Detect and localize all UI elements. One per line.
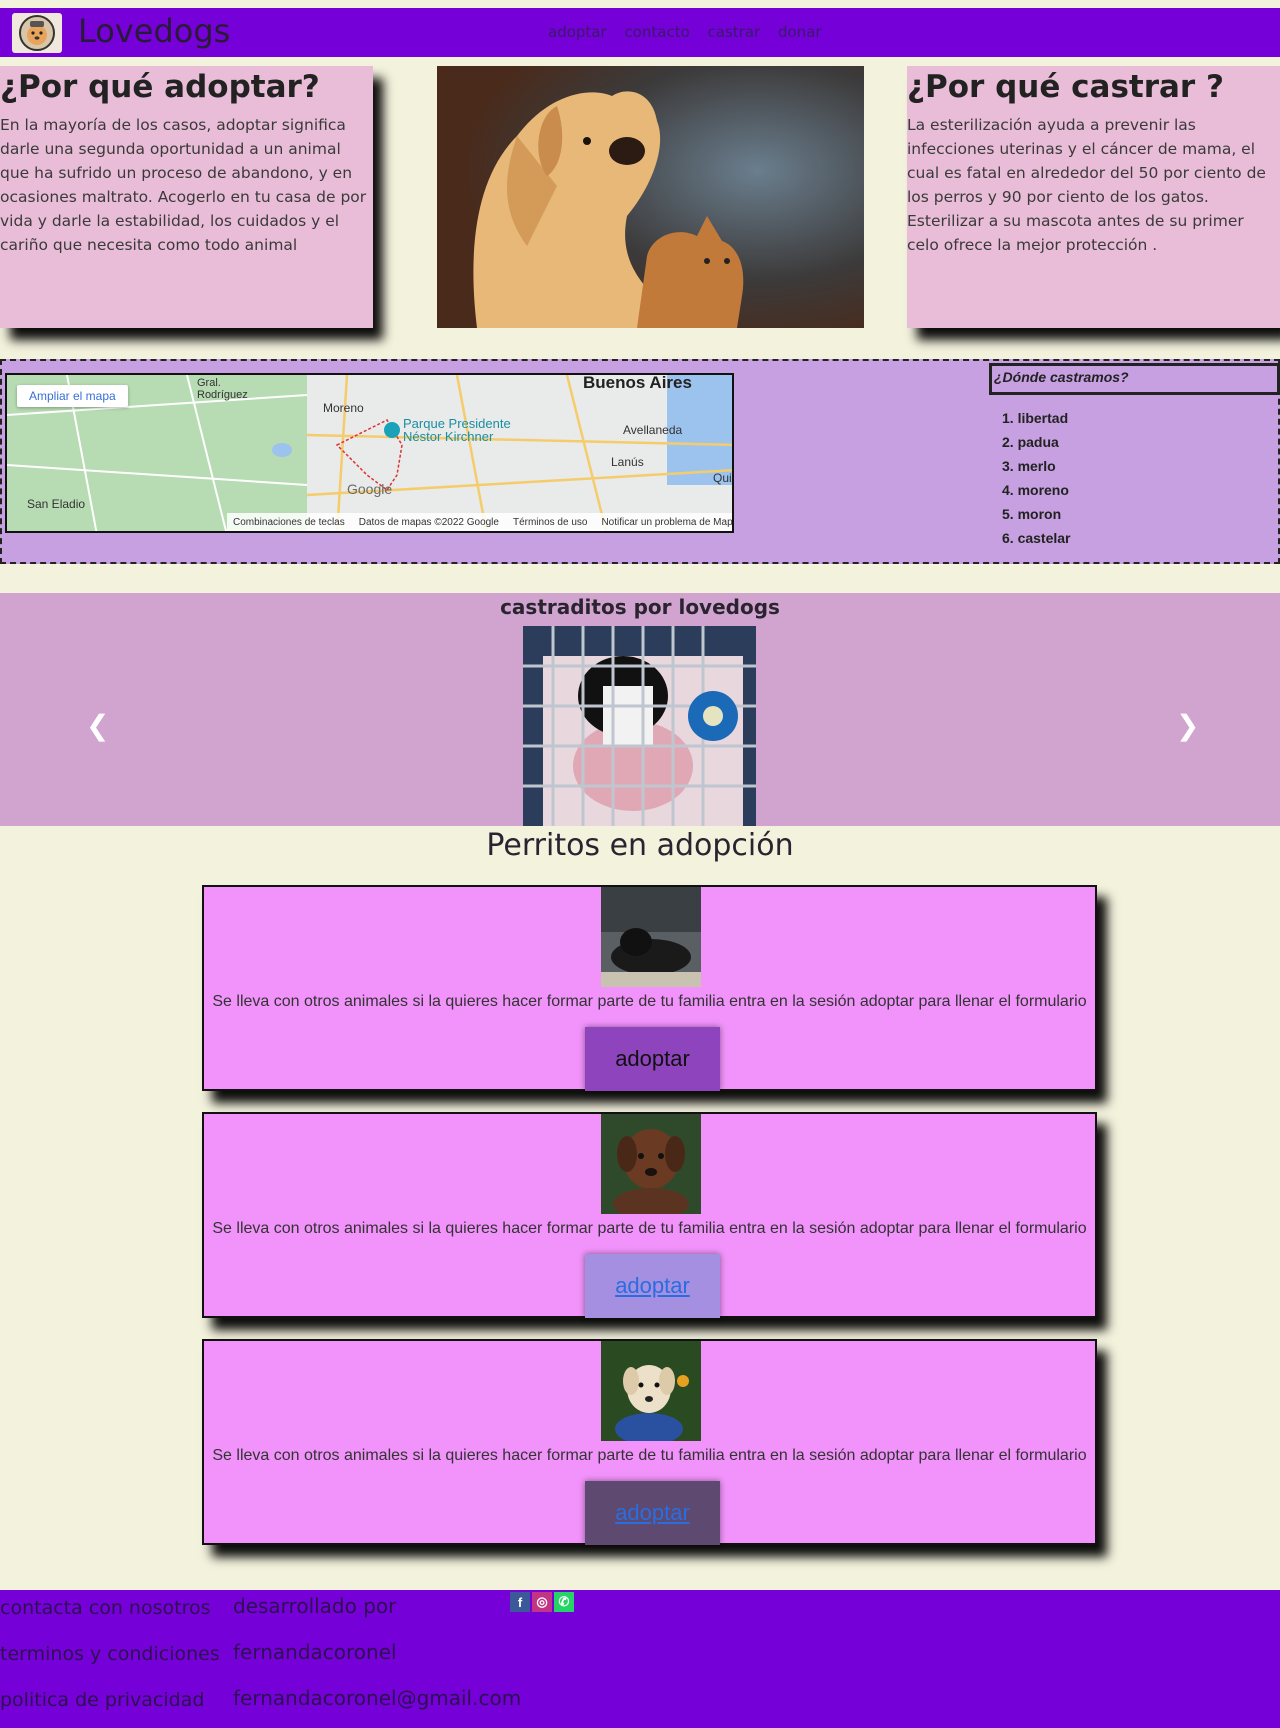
- castrate-info-card: ¿Por qué castrar ? La esterilización ayu…: [907, 66, 1280, 328]
- map-footer-shortcuts[interactable]: Combinaciones de teclas: [233, 517, 345, 528]
- castration-places-list: 1. libertad 2. padua 3. merlo 4. moreno …: [1002, 406, 1071, 550]
- dog-photo: [601, 1341, 701, 1441]
- google-logo: Google: [347, 481, 393, 497]
- dog-photo: [601, 887, 701, 987]
- lovedogs-logo[interactable]: [12, 13, 62, 53]
- expand-map-button[interactable]: Ampliar el mapa: [17, 385, 128, 407]
- navbar: Lovedogs adoptar contacto castrar donar: [0, 8, 1280, 57]
- adopt-button[interactable]: adoptar: [585, 1254, 720, 1318]
- whatsapp-icon[interactable]: ✆: [554, 1592, 574, 1612]
- map-label-avellaneda: Avellaneda: [623, 423, 683, 437]
- dog-description: Se lleva con otros animales si la quiere…: [212, 1447, 1087, 1464]
- adopt-info-card: ¿Por qué adoptar? En la mayoría de los c…: [0, 66, 373, 328]
- nav-donar[interactable]: donar: [778, 23, 822, 41]
- castrated-carousel: castraditos por lovedogs ❮ ❯: [0, 593, 1280, 826]
- place-item: 6. castelar: [1002, 530, 1071, 546]
- place-item: 4. moreno: [1002, 482, 1069, 498]
- nav-links: adoptar contacto castrar donar: [548, 23, 835, 41]
- dog-and-cat-photo: [437, 66, 864, 328]
- instagram-icon[interactable]: ◎: [532, 1592, 552, 1612]
- dog-description: Se lleva con otros animales si la quiere…: [212, 1220, 1087, 1237]
- map-footer-data: Datos de mapas ©2022 Google: [358, 516, 499, 528]
- map-label-rodriguez: Gral. Rodríguez: [197, 377, 248, 401]
- place-item: 2. padua: [1002, 434, 1059, 450]
- map-label-quilmes: Quil: [713, 471, 734, 485]
- footer-credits: desarrollado por fernandacoronel fernand…: [233, 1592, 521, 1728]
- carousel-next-icon[interactable]: ❯: [1176, 709, 1199, 742]
- facebook-icon[interactable]: f: [510, 1592, 530, 1612]
- adopt-info-title: ¿Por qué adoptar?: [0, 69, 320, 105]
- map-footer-terms[interactable]: Términos de uso: [513, 517, 587, 528]
- nav-contacto[interactable]: contacto: [624, 23, 689, 41]
- place-item: 3. merlo: [1002, 458, 1056, 474]
- footer-developed-by: desarrollado por: [233, 1594, 397, 1618]
- dog-card: Se lleva con otros animales si la quiere…: [202, 1339, 1097, 1545]
- adopt-button[interactable]: adoptar: [585, 1027, 720, 1091]
- footer-links: contacta con nosotros terminos y condici…: [0, 1594, 220, 1728]
- adopt-button[interactable]: adoptar: [585, 1481, 720, 1545]
- footer-terms-link[interactable]: terminos y condiciones: [0, 1640, 220, 1686]
- nav-adoptar[interactable]: adoptar: [548, 23, 607, 41]
- dog-card: Se lleva con otros animales si la quiere…: [202, 1112, 1097, 1318]
- castrate-info-title: ¿Por qué castrar ?: [907, 69, 1224, 105]
- map-footer: Combinaciones de teclas Datos de mapas ©…: [227, 513, 732, 531]
- adopt-info-text: En la mayoría de los casos, adoptar sign…: [0, 115, 367, 254]
- footer-email[interactable]: fernandacoronel@gmail.com: [233, 1684, 521, 1728]
- castration-map-section: Ampliar el mapa Gral. Rodríguez Moreno B…: [0, 359, 1280, 564]
- brand-name[interactable]: Lovedogs: [78, 12, 230, 50]
- dog-description: Se lleva con otros animales si la quiere…: [212, 993, 1087, 1010]
- map-footer-report[interactable]: Notificar un problema de Maps: [601, 517, 732, 528]
- social-icons: f ◎ ✆: [510, 1592, 574, 1612]
- footer-author: fernandacoronel: [233, 1640, 397, 1664]
- nav-castrar[interactable]: castrar: [708, 23, 761, 41]
- google-map-embed[interactable]: Ampliar el mapa Gral. Rodríguez Moreno B…: [5, 373, 734, 533]
- map-label-buenos-aires: Buenos Aires: [583, 373, 692, 392]
- dog-photo: [601, 1114, 701, 1214]
- dog-card: Se lleva con otros animales si la quiere…: [202, 885, 1097, 1091]
- carousel-title: castraditos por lovedogs: [500, 595, 780, 619]
- map-label-san-eladio: San Eladio: [27, 497, 86, 511]
- castrate-info-text: La esterilización ayuda a prevenir las i…: [907, 115, 1266, 254]
- place-item: 5. moron: [1002, 506, 1062, 522]
- carousel-slide-photo: [523, 626, 756, 826]
- map-label-moreno: Moreno: [323, 401, 364, 415]
- footer-contact-link[interactable]: contacta con nosotros: [0, 1594, 220, 1640]
- where-title-box: ¿Dónde castramos?: [989, 363, 1280, 395]
- map-label-park: Parque Presidente Néstor Kirchner: [403, 416, 511, 444]
- map-label-lanus: Lanús: [611, 455, 644, 469]
- footer-privacy-link[interactable]: politica de privacidad: [0, 1686, 220, 1728]
- place-item: 1. libertad: [1002, 410, 1069, 426]
- carousel-prev-icon[interactable]: ❮: [86, 709, 109, 742]
- adoption-title: Perritos en adopción: [486, 828, 794, 863]
- where-title: ¿Dónde castramos?: [994, 369, 1129, 385]
- footer: contacta con nosotros terminos y condici…: [0, 1590, 1280, 1728]
